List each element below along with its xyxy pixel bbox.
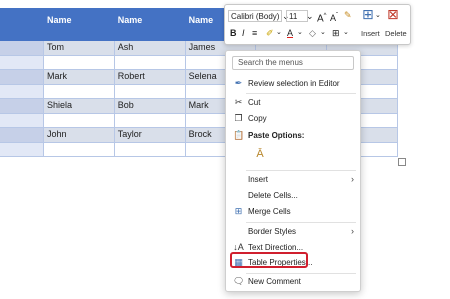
table-cell[interactable] — [0, 84, 44, 99]
table-cell[interactable] — [0, 127, 44, 143]
clipboard-icon: 📋 — [233, 130, 245, 140]
table-cell[interactable]: Bob — [113, 98, 186, 114]
delete-button[interactable]: Delete — [385, 29, 407, 38]
menu-separator — [246, 222, 356, 223]
table-cell[interactable]: Ash — [113, 40, 186, 56]
search-menus-input[interactable]: Search the menus — [232, 56, 354, 70]
mini-toolbar: Calibri (Body) ⌄ 11 ⌄ A^ Aˇ ✎ B I ≡ ✐ ⌄ … — [224, 4, 411, 45]
table-resize-handle[interactable] — [398, 158, 406, 166]
header-cell[interactable] — [0, 8, 44, 41]
table-properties-highlight — [230, 252, 308, 268]
menu-item-border-styles[interactable]: Border Styles › — [226, 224, 360, 239]
table-cell[interactable] — [113, 142, 186, 157]
font-color-icon[interactable]: A — [287, 27, 293, 39]
table-cell[interactable] — [0, 40, 44, 56]
align-center-icon[interactable]: ≡ — [252, 27, 257, 39]
italic-button[interactable]: I — [242, 27, 245, 39]
table-cell[interactable] — [43, 113, 115, 128]
header-cell[interactable]: Name — [113, 8, 186, 41]
table-cell[interactable] — [43, 142, 115, 157]
table-cell[interactable] — [0, 113, 44, 128]
borders-icon[interactable]: ⊞ — [332, 27, 340, 39]
chevron-down-icon[interactable]: ⌄ — [306, 10, 314, 22]
table-cell[interactable]: Tom — [43, 40, 115, 56]
menu-item-paste-options: 📋 Paste Options: — [233, 130, 305, 140]
insert-table-icon[interactable]: ⊞ — [362, 7, 374, 21]
menu-item-copy[interactable]: ❐ Copy — [226, 111, 360, 126]
search-placeholder: Search the menus — [238, 58, 303, 67]
table-cell[interactable] — [0, 98, 44, 114]
table-cell[interactable]: John — [43, 127, 115, 143]
font-name-box[interactable]: Calibri (Body) — [228, 10, 282, 22]
menu-item-insert[interactable]: Insert › — [226, 172, 360, 187]
chevron-down-icon[interactable]: ⌄ — [343, 27, 349, 39]
table-cell[interactable] — [113, 84, 186, 99]
font-size-box[interactable]: 11 — [286, 10, 308, 22]
paste-text-icon: Ā — [256, 148, 264, 160]
table-cell[interactable]: Shiela — [43, 98, 115, 114]
font-name-value: Calibri (Body) — [231, 12, 280, 21]
chevron-down-icon[interactable]: ⌄ — [375, 10, 381, 22]
format-painter-icon[interactable]: ✎ — [344, 9, 352, 21]
bold-button[interactable]: B — [230, 27, 237, 39]
highlight-color-icon[interactable]: ✐ — [266, 27, 274, 39]
scissors-icon: ✂ — [234, 97, 243, 107]
menu-item-new-comment[interactable]: 🗨 New Comment — [226, 274, 360, 289]
table-cell[interactable] — [43, 55, 115, 70]
table-cell[interactable] — [43, 84, 115, 99]
menu-item-delete-cells[interactable]: Delete Cells... — [226, 188, 360, 203]
table-cell[interactable] — [0, 69, 44, 85]
comment-icon: 🗨 — [233, 276, 245, 286]
paste-keep-text-only[interactable]: Ā — [226, 146, 360, 166]
copy-icon: ❐ — [234, 113, 243, 123]
chevron-down-icon[interactable]: ⌄ — [297, 27, 303, 39]
shrink-font-icon[interactable]: Aˇ — [330, 10, 338, 24]
table-cell[interactable]: Taylor — [113, 127, 186, 143]
menu-separator — [246, 170, 356, 171]
menu-item-review-selection[interactable]: ✒ Review selection in Editor — [226, 76, 360, 91]
editor-pen-icon: ✒ — [234, 78, 243, 88]
table-cell[interactable] — [0, 142, 44, 157]
chevron-right-icon: › — [351, 174, 354, 184]
chevron-down-icon[interactable]: ⌄ — [276, 27, 282, 39]
menu-item-merge-cells[interactable]: ⊞ Merge Cells — [226, 204, 360, 219]
table-cell[interactable] — [0, 55, 44, 70]
chevron-right-icon: › — [351, 226, 354, 236]
menu-item-cut[interactable]: ✂ Cut — [226, 95, 360, 110]
table-cell[interactable] — [113, 113, 186, 128]
table-cell[interactable]: Robert — [113, 69, 186, 85]
table-cell[interactable]: Mark — [43, 69, 115, 85]
table-cell[interactable] — [113, 55, 186, 70]
menu-separator — [246, 93, 356, 94]
delete-table-icon[interactable]: ⊠ — [387, 7, 399, 21]
shading-icon[interactable]: ◇ — [309, 27, 316, 39]
merge-cells-icon: ⊞ — [234, 206, 243, 216]
header-cell[interactable]: Name — [43, 8, 115, 41]
font-size-value: 11 — [289, 12, 298, 21]
chevron-down-icon[interactable]: ⌄ — [320, 27, 326, 39]
grow-font-icon[interactable]: A^ — [317, 10, 327, 25]
insert-button[interactable]: Insert — [361, 29, 380, 38]
